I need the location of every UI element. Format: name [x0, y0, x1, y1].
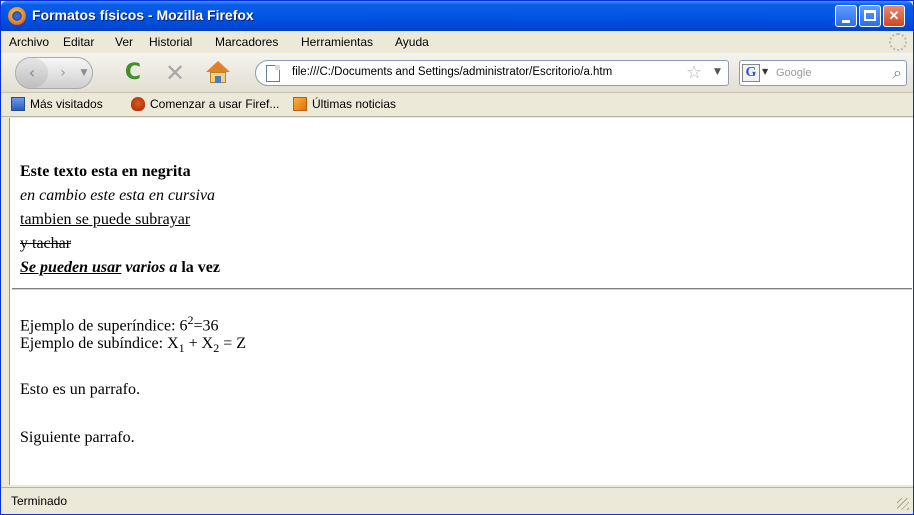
bookmark-star-icon[interactable]: ☆: [686, 63, 702, 83]
google-engine-icon[interactable]: G: [742, 64, 760, 82]
menu-ver[interactable]: Ver: [115, 35, 133, 49]
paragraph-2: Siguiente parrafo.: [20, 429, 135, 446]
status-bar: Terminado: [1, 487, 913, 514]
reload-button[interactable]: C: [121, 61, 145, 85]
stop-button[interactable]: ✕: [163, 61, 187, 85]
forward-arrow-icon: ›: [60, 65, 66, 81]
back-button[interactable]: ‹: [16, 58, 48, 88]
menu-historial[interactable]: Historial: [149, 35, 192, 49]
address-bar[interactable]: file:///C:/Documents and Settings/admini…: [255, 60, 729, 86]
menu-marcadores[interactable]: Marcadores: [215, 35, 278, 49]
close-button[interactable]: ✕: [883, 5, 905, 27]
history-dropdown-button[interactable]: ▼: [78, 62, 90, 84]
horizontal-rule: [12, 288, 912, 290]
minimize-button[interactable]: [835, 5, 857, 27]
subscript-example: Ejemplo de subíndice: X1 + X2 = Z: [20, 335, 247, 356]
rss-feed-icon: [293, 97, 307, 111]
bookmark-comenzar[interactable]: Comenzar a usar Firef...: [131, 97, 279, 113]
chevron-down-icon: ▼: [80, 68, 88, 78]
menu-editar[interactable]: Editar: [63, 35, 94, 49]
bookmark-ultimas-noticias[interactable]: Últimas noticias: [293, 97, 396, 113]
navigation-toolbar: ‹ › ▼ C ✕ file:///C:/Documents and Setti…: [1, 53, 913, 93]
home-icon: [206, 61, 230, 72]
smart-bookmark-icon: [11, 97, 25, 111]
url-input[interactable]: file:///C:/Documents and Settings/admini…: [292, 66, 612, 78]
search-icon[interactable]: ⌕: [893, 64, 902, 82]
status-text: Terminado: [11, 494, 68, 508]
resize-grip-icon[interactable]: [897, 498, 909, 510]
bookmarks-toolbar: Más visitados Comenzar a usar Firef... Ú…: [1, 93, 913, 117]
menu-herramientas[interactable]: Herramientas: [301, 35, 373, 49]
minimize-icon: [842, 20, 850, 23]
forward-button[interactable]: ›: [50, 62, 76, 84]
strikethrough-text: y tachar: [20, 235, 72, 252]
firefox-logo-icon: [8, 7, 26, 25]
search-box[interactable]: G ▼ Google ⌕: [739, 60, 907, 86]
italic-text: en cambio este esta en cursiva: [20, 187, 216, 204]
menu-ayuda[interactable]: Ayuda: [395, 35, 429, 49]
page-icon: [266, 65, 280, 82]
back-arrow-icon: ‹: [28, 63, 36, 82]
mixed-format-text: Se pueden usar varios a la vez: [20, 259, 221, 276]
bold-text: Este texto esta en negrita: [20, 163, 191, 180]
search-input[interactable]: Google: [776, 67, 811, 79]
underline-text: tambien se puede subrayar: [20, 211, 191, 228]
menu-bar: Archivo Editar Ver Historial Marcadores …: [1, 31, 913, 53]
url-dropdown-icon[interactable]: ▼: [714, 67, 721, 77]
home-button[interactable]: [205, 61, 231, 85]
menu-archivo[interactable]: Archivo: [9, 35, 49, 49]
maximize-icon: [864, 10, 876, 21]
firefox-bookmark-icon: [131, 97, 145, 111]
superscript-example: Ejemplo de superíndice: 62=36: [20, 313, 219, 335]
maximize-button[interactable]: [859, 5, 881, 27]
bookmark-mas-visitados[interactable]: Más visitados: [11, 97, 103, 113]
paragraph-1: Esto es un parrafo.: [20, 381, 140, 398]
loading-throbber-icon: [889, 33, 907, 51]
back-forward-group: ‹ › ▼: [15, 57, 93, 89]
title-bar[interactable]: Formatos físicos - Mozilla Firefox ✕: [1, 1, 913, 31]
page-content: Este texto esta en negrita en cambio est…: [9, 118, 913, 485]
engine-dropdown-icon[interactable]: ▼: [762, 67, 768, 76]
window-title: Formatos físicos - Mozilla Firefox: [32, 7, 254, 23]
browser-window: Formatos físicos - Mozilla Firefox ✕ Arc…: [0, 0, 914, 515]
